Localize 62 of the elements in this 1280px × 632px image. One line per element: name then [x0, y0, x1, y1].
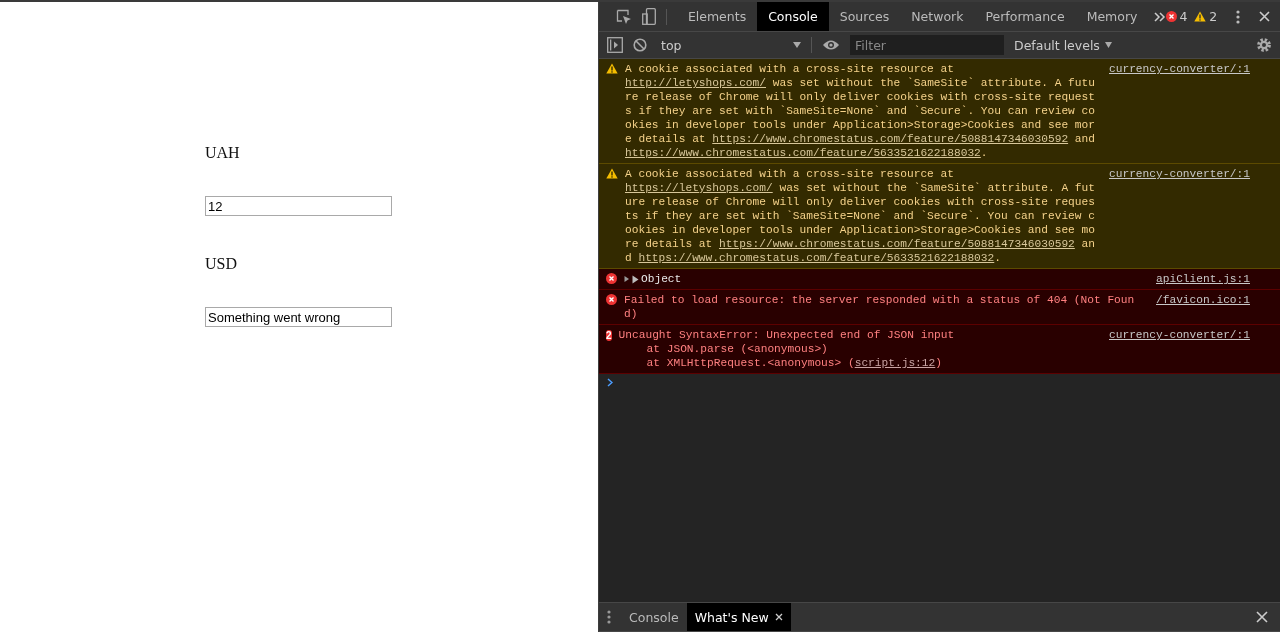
warning-count: 2: [1209, 9, 1218, 24]
source-link[interactable]: currency-converter/:1: [1109, 167, 1250, 181]
drawer-tab[interactable]: What's New: [686, 603, 791, 631]
source-link[interactable]: apiClient.js:1: [1156, 272, 1250, 286]
close-icon[interactable]: [1256, 611, 1268, 623]
panel-tab[interactable]: Elements: [676, 2, 758, 31]
panel-tab[interactable]: Console: [757, 2, 829, 31]
stack-line: at XMLHttpRequest.<anonymous> (script.js:12): [645, 356, 943, 370]
expand-arrow-icon[interactable]: [632, 274, 639, 284]
message-text: A cookie associated with a cross-site resource at https://letyshops.com/ was set without the `SameSite` attribute. A future release of Chrome will only deliver cookies with cross-site requests if they are set with `SameSite=None` and `Secure`. You can review cookies in developer tools under Application>Storage>Cookies and see more details at https://www.chromestatus.com/feature/5088147346030592 and https://www.chromestatus.com/feature/5633521622188032.: [625, 167, 1096, 265]
message-text: Failed to load resource: the server responded with a status of 404 (Not Found): [624, 293, 1136, 321]
message-link[interactable]: https://letyshops.com/: [625, 182, 773, 194]
source-link[interactable]: currency-converter/:1: [1109, 62, 1250, 76]
prompt-chevron-icon: [607, 378, 613, 387]
warning-icon: [1194, 11, 1207, 22]
close-icon[interactable]: [1258, 11, 1270, 22]
message-link[interactable]: https://www.chromestatus.com/feature/5088147346030592: [719, 238, 1075, 250]
message-link[interactable]: script.js:12: [854, 357, 936, 369]
inspect-element-icon[interactable]: [615, 8, 632, 25]
drawer-tab[interactable]: Console: [621, 603, 687, 631]
context-label: top: [661, 37, 682, 53]
panel-tab[interactable]: Sources: [828, 2, 901, 31]
tab-label: Console: [629, 609, 679, 625]
message-text: Uncaught SyntaxError: Unexpected end of JSON input: [618, 328, 956, 342]
message-count: 2: [606, 330, 612, 341]
kebab-menu-icon[interactable]: [607, 610, 611, 624]
message-text: A cookie associated with a cross-site resource at http://letyshops.com/ was set without the `SameSite` attribute. A future release of Chrome will only deliver cookies with cross-site requests if they are set with `SameSite=None` and `Secure`. You can review cookies in developer tools under Application>Storage>Cookies and see more details at https://www.chromestatus.com/feature/5088147346030592 and https://www.chromestatus.com/feature/5633521622188032.: [625, 62, 1096, 160]
eye-icon[interactable]: [822, 39, 840, 51]
warning-icon: [606, 168, 618, 179]
context-selector[interactable]: top: [657, 37, 801, 53]
field-label: UAH: [205, 144, 240, 163]
stack-line: at JSON.parse (<anonymous>): [645, 342, 829, 356]
message-link[interactable]: https://www.chromestatus.com/feature/5633521622188032: [638, 252, 995, 264]
close-icon[interactable]: [774, 613, 783, 621]
panel-tab[interactable]: Network: [900, 2, 975, 31]
warning-icon: [606, 63, 618, 74]
panel-tab[interactable]: Memory: [1075, 2, 1149, 31]
amount-field[interactable]: 12: [205, 196, 392, 216]
message-link[interactable]: http://letyshops.com/: [625, 77, 766, 89]
panel-tab[interactable]: Performance: [974, 2, 1076, 31]
caret-icon: [1104, 42, 1112, 48]
amount-field[interactable]: Something went wrong: [205, 307, 392, 327]
message-link[interactable]: https://www.chromestatus.com/feature/5088147346030592: [712, 133, 1069, 145]
kebab-menu-icon[interactable]: [1236, 9, 1241, 24]
sidebar-toggle-icon[interactable]: [607, 37, 623, 53]
field-label: USD: [205, 255, 237, 274]
source-link[interactable]: /favicon.ico:1: [1156, 293, 1250, 307]
error-icon: [606, 273, 617, 284]
device-toolbar-icon[interactable]: [642, 8, 657, 25]
message-text: Object: [624, 272, 1143, 286]
source-link[interactable]: currency-converter/:1: [1109, 328, 1250, 342]
error-icon: [1165, 11, 1177, 22]
expand-arrow-icon[interactable]: [624, 274, 630, 283]
caret-icon: [793, 42, 801, 48]
error-count: 4: [1179, 9, 1188, 24]
filter-field[interactable]: Filter: [850, 35, 1004, 55]
clear-console-icon[interactable]: [633, 38, 647, 52]
error-icon: [606, 294, 617, 305]
more-tabs-icon[interactable]: [1153, 11, 1166, 22]
tab-label: What's New: [694, 609, 769, 625]
message-link[interactable]: https://www.chromestatus.com/feature/5633521622188032: [625, 147, 981, 159]
settings-icon[interactable]: [1256, 37, 1272, 53]
